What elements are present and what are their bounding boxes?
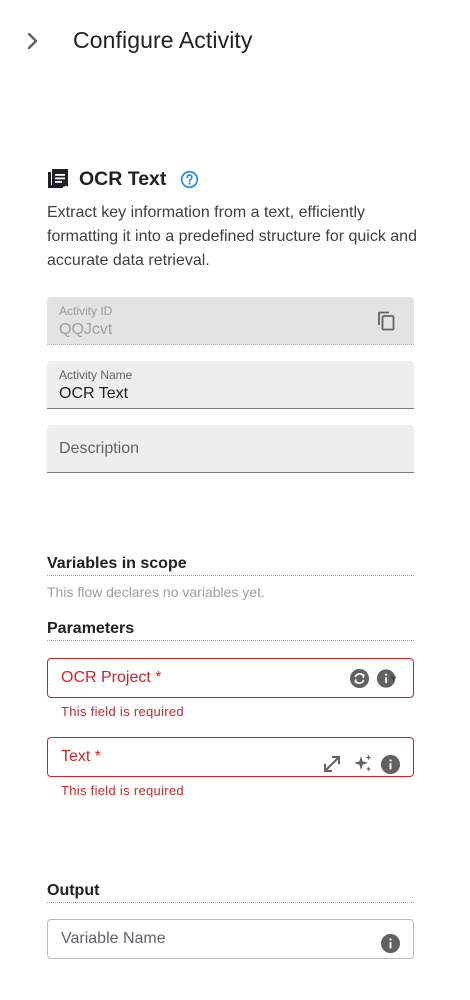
chevron-right-icon[interactable] [20,28,46,54]
activity-heading: OCR Text [47,164,200,194]
activity-name-value[interactable]: OCR Text [59,385,128,403]
expand-icon[interactable] [321,753,343,775]
panel-header: Configure Activity [0,0,470,84]
description-placeholder: Description [59,440,140,457]
text-placeholder: Text * [61,748,102,765]
variables-section-title: Variables in scope [47,555,414,576]
activity-name-field[interactable]: Activity Name OCR Text [47,361,414,409]
activity-title: OCR Text [79,167,167,190]
parameters-section-title: Parameters [47,620,414,641]
variable-name-input[interactable]: Variable Name [47,919,414,959]
ocr-project-placeholder: OCR Project * [61,669,162,686]
receipt-icon [47,168,69,190]
info-icon[interactable] [379,932,401,954]
ocr-project-select[interactable]: OCR Project * [47,658,414,698]
refresh-icon[interactable] [348,667,370,689]
info-icon[interactable] [379,753,401,775]
activity-name-label: Activity Name [59,368,133,382]
activity-description: Extract key information from a text, eff… [47,204,417,269]
activity-id-field: Activity ID QQJcvt [47,297,414,345]
help-circle-icon[interactable] [180,169,200,189]
description-field[interactable]: Description [47,425,414,473]
text-input[interactable]: Text * [47,737,414,777]
text-error: This field is required [61,783,184,798]
ocr-project-error: This field is required [61,704,184,719]
copy-icon[interactable] [375,310,397,332]
sparkles-icon[interactable] [352,753,374,775]
activity-id-label: Activity ID [59,304,113,318]
output-section-title: Output [47,882,414,903]
page-title: Configure Activity [73,27,253,53]
variables-empty-text: This flow declares no variables yet. [47,584,265,600]
activity-id-value: QQJcvt [59,321,113,338]
info-dropdown-icon[interactable] [376,667,398,689]
variable-name-placeholder: Variable Name [61,930,166,947]
